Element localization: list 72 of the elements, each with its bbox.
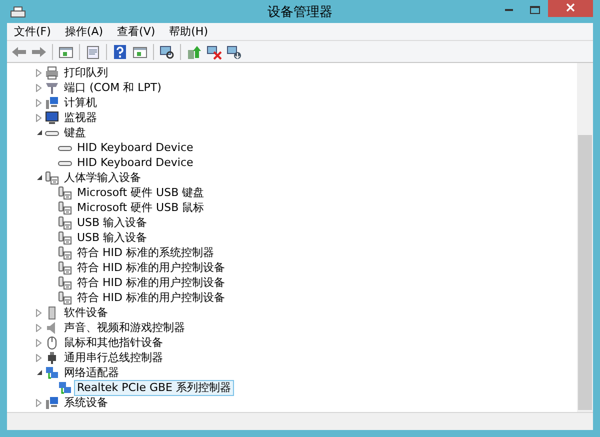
tree-item[interactable]: 人体学输入设备	[61, 170, 144, 186]
printer-icon	[45, 66, 59, 80]
monitor-icon	[45, 110, 59, 124]
close-icon	[566, 2, 575, 12]
mouse-icon	[45, 336, 59, 350]
device-uninstall-icon	[226, 44, 242, 60]
input-device-icon	[58, 246, 72, 260]
tree-item[interactable]: Microsoft 硬件 USB 键盘	[74, 184, 208, 200]
input-device-icon	[45, 170, 59, 184]
tree-item[interactable]: 端口 (COM 和 LPT)	[61, 80, 164, 96]
tree-item[interactable]: Microsoft 硬件 USB 鼠标	[74, 200, 208, 216]
collapsed-arrow-icon[interactable]	[36, 324, 42, 332]
scrollbar-thumb[interactable]	[578, 135, 592, 410]
tree-item[interactable]: 网络适配器	[61, 364, 122, 380]
tree-item[interactable]: USB 输入设备	[74, 230, 150, 246]
collapsed-arrow-icon[interactable]	[36, 398, 42, 406]
tree-item[interactable]: 符合 HID 标准的用户控制设备	[74, 274, 228, 290]
tree-item[interactable]: 软件设备	[61, 304, 111, 320]
tree-item[interactable]: 鼠标和其他指针设备	[61, 334, 166, 350]
toolbar-button[interactable]	[111, 42, 129, 60]
collapsed-arrow-icon[interactable]	[36, 68, 42, 76]
menu-item[interactable]: 文件(F)	[7, 24, 58, 40]
input-device-icon	[58, 276, 72, 290]
monitor-scan-icon	[159, 44, 175, 60]
computer-icon	[45, 96, 59, 110]
menu-item[interactable]: 查看(V)	[110, 24, 162, 40]
driver-update-icon	[186, 44, 202, 60]
menu-item[interactable]: 操作(A)	[58, 24, 110, 40]
device-manager-icon	[10, 4, 26, 18]
tree-item[interactable]: 系统设备	[61, 394, 111, 410]
input-device-icon	[58, 260, 72, 274]
network-adapter-icon	[45, 366, 59, 380]
tree-item[interactable]: 打印队列	[61, 64, 111, 80]
properties-sheet-icon	[85, 44, 101, 60]
close-button[interactable]	[548, 0, 593, 17]
tree-item[interactable]: HID Keyboard Device	[74, 140, 196, 156]
collapsed-arrow-icon[interactable]	[36, 354, 42, 362]
window-title: 设备管理器	[268, 4, 332, 22]
maximize-icon	[530, 6, 540, 14]
tree-item[interactable]: 通用串行总线控制器	[61, 350, 166, 366]
collapsed-arrow-icon[interactable]	[36, 84, 42, 92]
collapsed-arrow-icon[interactable]	[36, 338, 42, 346]
help-icon	[112, 44, 128, 60]
tree-item[interactable]: 符合 HID 标准的系统控制器	[74, 244, 217, 260]
minimize-icon	[505, 9, 513, 11]
tree-item[interactable]: 符合 HID 标准的用户控制设备	[74, 260, 228, 276]
input-device-icon	[58, 216, 72, 230]
collapsed-arrow-icon[interactable]	[36, 308, 42, 316]
input-device-icon	[58, 200, 72, 214]
expanded-arrow-icon[interactable]	[36, 369, 42, 376]
tree-item[interactable]: 符合 HID 标准的用户控制设备	[74, 290, 228, 306]
port-connector-icon	[45, 80, 59, 94]
expanded-arrow-icon[interactable]	[36, 129, 42, 136]
device-disable-icon	[206, 44, 222, 60]
tree-item[interactable]: 键盘	[61, 124, 89, 140]
tree-item[interactable]: 计算机	[61, 94, 100, 110]
tree-item[interactable]: 监视器	[61, 110, 100, 126]
computer-icon	[45, 396, 59, 410]
menu-item[interactable]: 帮助(H)	[162, 24, 215, 40]
tree-item[interactable]: HID Keyboard Device	[74, 154, 196, 170]
usb-plug-icon	[45, 350, 59, 364]
input-device-icon	[58, 186, 72, 200]
tree-item[interactable]: Realtek PCIe GBE 系列控制器	[74, 380, 234, 396]
tree-item[interactable]: 声音、视频和游戏控制器	[61, 320, 188, 336]
collapsed-arrow-icon[interactable]	[36, 114, 42, 122]
input-device-icon	[58, 230, 72, 244]
input-device-icon	[58, 290, 72, 304]
network-adapter-icon	[58, 380, 72, 394]
expanded-arrow-icon[interactable]	[36, 174, 42, 181]
scrollbar[interactable]	[577, 63, 593, 412]
tree-item[interactable]: USB 输入设备	[74, 214, 150, 230]
collapsed-arrow-icon[interactable]	[36, 98, 42, 106]
